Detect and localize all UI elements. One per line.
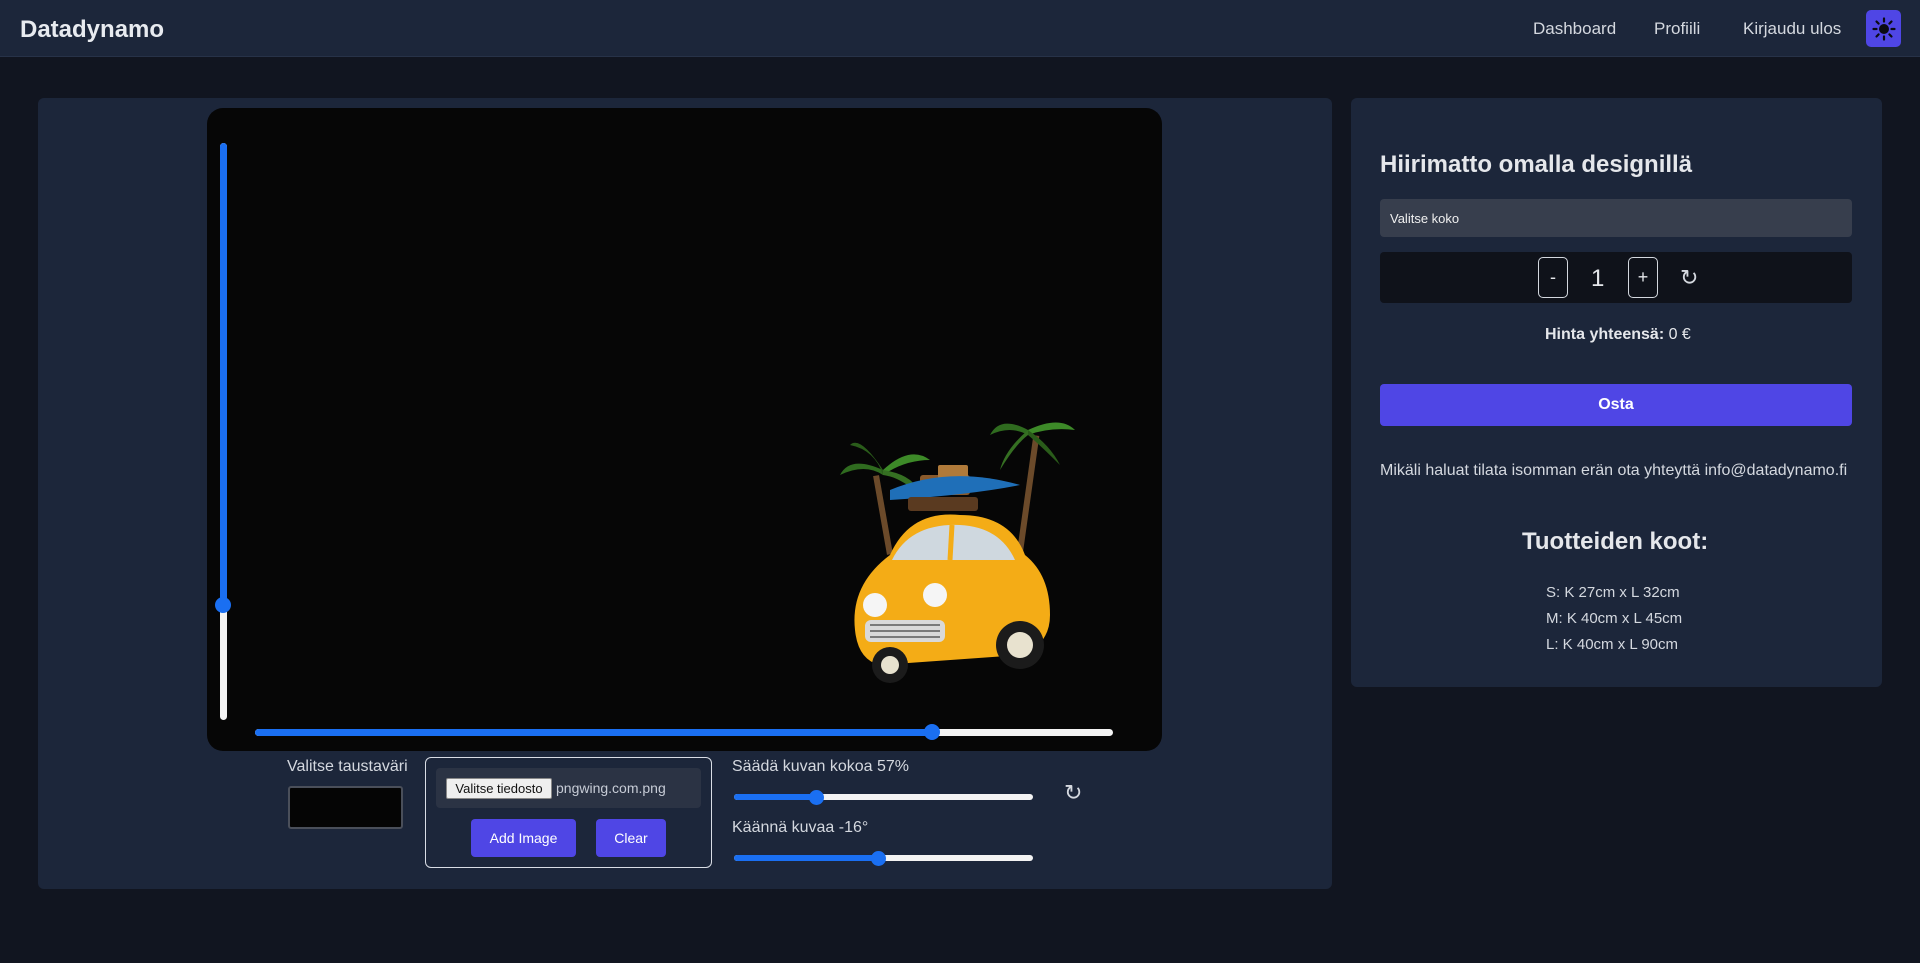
total-price-label: Hinta yhteensä: (1545, 326, 1665, 343)
nav-dashboard-link[interactable]: Dashboard (1533, 19, 1616, 39)
car-with-luggage-image[interactable] (820, 415, 1120, 715)
total-price-value: 0 € (1664, 326, 1691, 343)
selected-file-name: pngwing.com.png (556, 780, 666, 796)
nav-profile-link[interactable]: Profiili (1654, 19, 1700, 39)
product-sizes-title: Tuotteiden koot: (1522, 528, 1709, 555)
clear-button[interactable]: Clear (596, 819, 666, 857)
horizontal-position-slider-thumb[interactable] (924, 724, 940, 740)
quantity-value: 1 (1591, 265, 1605, 292)
size-select[interactable]: Valitse koko (1380, 199, 1852, 237)
quantity-reset-icon[interactable]: ↻ (1680, 265, 1698, 291)
size-item-l: L: K 40cm x L 90cm (1546, 636, 1678, 653)
size-item-m: M: K 40cm x L 45cm (1546, 610, 1683, 627)
background-color-picker[interactable] (288, 786, 403, 829)
quantity-increase-button[interactable]: + (1628, 257, 1658, 298)
image-rotate-slider-fill (734, 855, 879, 861)
quantity-decrease-button[interactable]: - (1538, 257, 1568, 298)
buy-button[interactable]: Osta (1380, 384, 1852, 426)
vertical-position-slider-thumb[interactable] (215, 597, 231, 613)
brand-logo[interactable]: Datadynamo (20, 16, 164, 44)
horizontal-position-slider-fill (255, 729, 932, 736)
vertical-position-slider-fill (220, 143, 227, 605)
navbar: Datadynamo Dashboard Profiili Kirjaudu u… (0, 0, 1920, 57)
total-price: Hinta yhteensä: 0 € (1545, 326, 1691, 344)
sun-icon (1871, 16, 1896, 41)
reset-icon[interactable]: ↻ (1064, 780, 1082, 806)
image-size-slider-fill (734, 794, 816, 800)
add-image-button[interactable]: Add Image (471, 819, 576, 857)
image-size-label: Säädä kuvan kokoa 57% (732, 758, 910, 775)
choose-file-button[interactable]: Valitse tiedosto (446, 778, 552, 799)
contact-text: Mikäli haluat tilata isomman erän ota yh… (1380, 462, 1848, 479)
background-color-label: Valitse taustaväri (287, 758, 408, 775)
theme-toggle-button[interactable] (1866, 10, 1901, 47)
product-title: Hiirimatto omalla designillä (1380, 151, 1693, 178)
quantity-stepper (1380, 252, 1852, 303)
image-rotate-slider-thumb[interactable] (871, 851, 886, 866)
image-size-slider-thumb[interactable] (809, 790, 824, 805)
nav-logout-link[interactable]: Kirjaudu ulos (1743, 19, 1841, 39)
size-item-s: S: K 27cm x L 32cm (1546, 584, 1680, 601)
image-rotate-label: Käännä kuvaa -16° (732, 819, 869, 836)
